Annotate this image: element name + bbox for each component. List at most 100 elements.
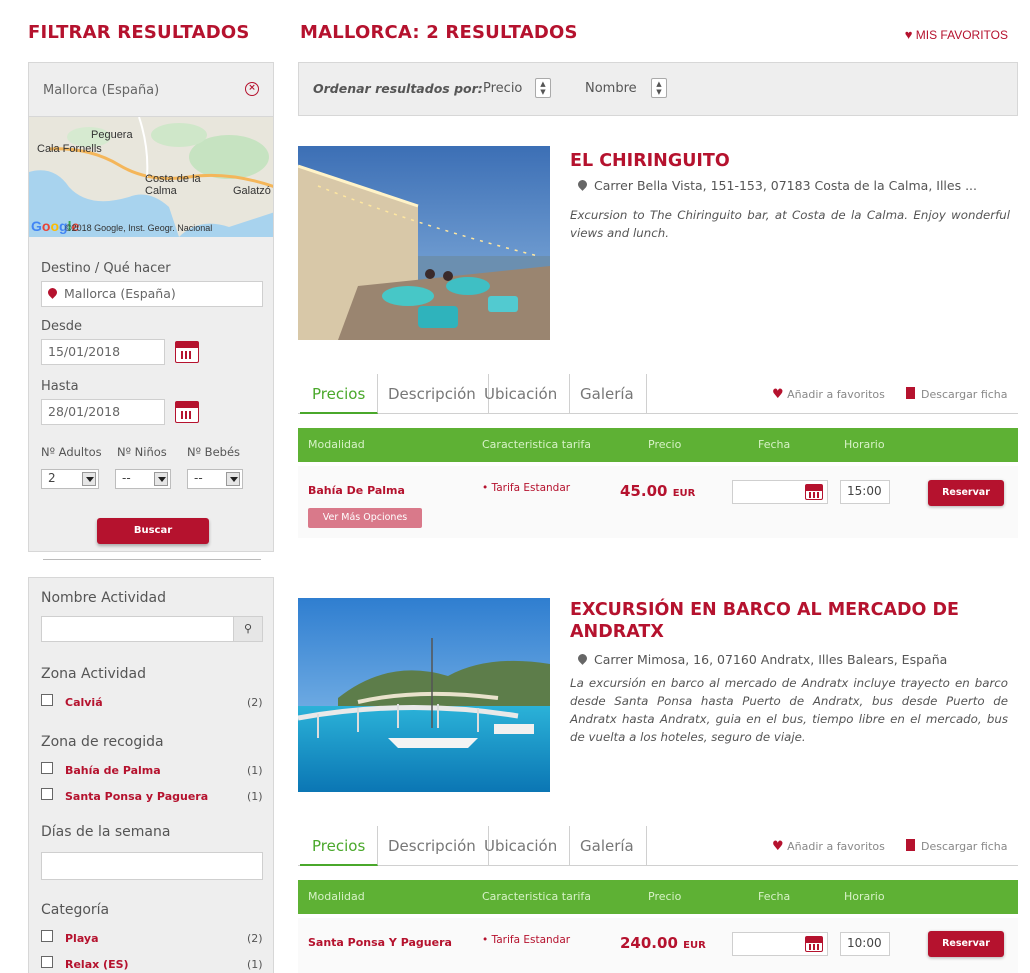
map-label: Peguera	[91, 129, 133, 141]
time-field[interactable]: 10:00	[840, 932, 890, 956]
tab-precios[interactable]: Precios	[300, 826, 379, 866]
result-title[interactable]: EXCURSIÓN EN BARCO AL MERCADO DE ANDRATX	[570, 599, 990, 643]
adultos-select[interactable]: 2	[41, 469, 99, 489]
result-tabs: Precios Descripción Ubicación Galería ♥ …	[298, 826, 1018, 866]
calendar-icon[interactable]	[175, 341, 199, 363]
price: 45.00 EUR	[620, 482, 695, 500]
column-header: Fecha	[758, 438, 791, 451]
dropdown-arrow-icon	[82, 472, 96, 486]
heart-icon: ♥	[772, 839, 784, 854]
tab-ubicacion[interactable]: Ubicación	[472, 826, 571, 866]
my-favorites-label: MIS FAVORITOS	[915, 28, 1008, 42]
map-copyright: ©2018 Google, Inst. Geogr. Nacional	[65, 223, 213, 233]
currency: EUR	[683, 940, 706, 951]
search-button[interactable]: Buscar	[97, 518, 209, 544]
tab-galeria[interactable]: Galería	[568, 826, 647, 866]
download-link[interactable]: Descargar ficha	[906, 387, 1018, 401]
filter-count: (1)	[247, 790, 263, 803]
calendar-icon[interactable]	[805, 484, 823, 500]
reserve-button[interactable]: Reservar	[928, 931, 1004, 957]
dias-semana-input[interactable]	[41, 852, 263, 880]
more-options-button[interactable]: Ver Más Opciones	[308, 508, 422, 528]
ninos-select[interactable]: --	[115, 469, 171, 489]
andratx-boat-image	[298, 598, 550, 792]
result-address: Carrer Bella Vista, 151-153, 07183 Costa…	[576, 178, 1010, 193]
bebes-select[interactable]: --	[187, 469, 243, 489]
column-header: Modalidad	[308, 438, 365, 451]
sort-price[interactable]: Precio	[483, 81, 522, 96]
sort-bar: Ordenar resultados por: Precio ▲ ▼ Nombre…	[298, 62, 1018, 116]
results-heading: MALLORCA: 2 RESULTADOS	[300, 22, 578, 43]
desde-input[interactable]: 15/01/2018	[41, 339, 165, 365]
calendar-icon[interactable]	[175, 401, 199, 423]
nombre-actividad-input[interactable]	[41, 616, 241, 642]
sort-price-arrows-icon[interactable]: ▲ ▼	[535, 78, 551, 98]
table-row: Santa Ponsa Y Paguera • Tarifa Estandar …	[298, 918, 1018, 973]
download-link[interactable]: Descargar ficha	[906, 839, 1018, 853]
date-input[interactable]	[732, 932, 828, 956]
column-header: Caracteristica tarifa	[482, 438, 592, 451]
modalidad: Santa Ponsa Y Paguera	[308, 936, 452, 949]
filter-count: (2)	[247, 932, 263, 945]
map-label: Costa de la Calma	[145, 173, 201, 197]
price: 240.00 EUR	[620, 934, 706, 952]
column-header: Caracteristica tarifa	[482, 890, 592, 903]
location-bar: Mallorca (España) ×	[29, 63, 273, 117]
heart-icon: ♥	[772, 387, 784, 402]
tab-ubicacion[interactable]: Ubicación	[472, 374, 571, 414]
result-description: La excursión en barco al mercado de Andr…	[570, 676, 1008, 744]
map-pin-icon	[576, 178, 589, 191]
destino-value: Mallorca (España)	[64, 286, 176, 301]
result-address-text: Carrer Mimosa, 16, 07160 Andratx, Illes …	[594, 652, 948, 667]
reserve-button[interactable]: Reservar	[928, 480, 1004, 506]
sort-name-arrows-icon[interactable]: ▲ ▼	[651, 78, 667, 98]
result-description: Excursion to The Chiringuito bar, at Cos…	[570, 208, 1010, 240]
clear-location-icon[interactable]: ×	[245, 82, 259, 96]
add-favorites-link[interactable]: ♥ Añadir a favoritos	[772, 839, 885, 854]
hasta-label: Hasta	[41, 379, 79, 394]
column-header: Precio	[648, 890, 682, 903]
map-pin-icon	[576, 652, 589, 665]
result-title[interactable]: EL CHIRINGUITO	[570, 150, 1010, 172]
tarifa: • Tarifa Estandar	[482, 482, 571, 494]
sort-name[interactable]: Nombre	[585, 81, 637, 96]
filter-count: (1)	[247, 764, 263, 777]
divider	[43, 559, 261, 560]
ninos-label: Nº Niños	[117, 445, 167, 459]
calendar-icon[interactable]	[805, 936, 823, 952]
my-favorites-link[interactable]: ♥ MIS FAVORITOS	[905, 27, 1008, 42]
filter-count: (1)	[247, 958, 263, 971]
filter-option-label: Playa	[65, 932, 99, 945]
result-tabs: Precios Descripción Ubicación Galería ♥ …	[298, 374, 1018, 414]
checkbox[interactable]	[41, 956, 53, 968]
map[interactable]: Peguera Cala Fornells Costa de la Calma …	[29, 117, 273, 237]
date-input[interactable]	[732, 480, 828, 504]
hasta-input[interactable]: 28/01/2018	[41, 399, 165, 425]
checkbox[interactable]	[41, 788, 53, 800]
column-header: Fecha	[758, 890, 791, 903]
checkbox[interactable]	[41, 694, 53, 706]
table-row: Bahía De Palma • Tarifa Estandar 45.00 E…	[298, 466, 1018, 538]
zona-actividad-label: Zona Actividad	[41, 666, 146, 682]
download-label: Descargar ficha	[921, 388, 1008, 401]
adultos-label: Nº Adultos	[41, 445, 102, 459]
tab-galeria[interactable]: Galería	[568, 374, 647, 414]
tab-precios[interactable]: Precios	[300, 374, 379, 414]
checkbox[interactable]	[41, 930, 53, 942]
add-favorites-link[interactable]: ♥ Añadir a favoritos	[772, 387, 885, 402]
destino-label: Destino / Qué hacer	[41, 261, 171, 276]
desde-label: Desde	[41, 319, 83, 334]
result-photo[interactable]	[298, 598, 550, 792]
destino-input[interactable]: Mallorca (España)	[41, 281, 263, 307]
column-header: Precio	[648, 438, 682, 451]
time-field[interactable]: 15:00	[840, 480, 890, 504]
search-icon[interactable]: ⚲	[233, 616, 263, 642]
map-label: Cala Fornells	[37, 143, 102, 155]
result-photo[interactable]	[298, 146, 550, 340]
document-icon	[906, 839, 915, 851]
checkbox[interactable]	[41, 762, 53, 774]
filter-option-label: Calviá	[65, 696, 103, 709]
adultos-value: 2	[48, 471, 56, 485]
modalidad: Bahía De Palma	[308, 484, 405, 497]
dropdown-arrow-icon	[226, 472, 240, 486]
